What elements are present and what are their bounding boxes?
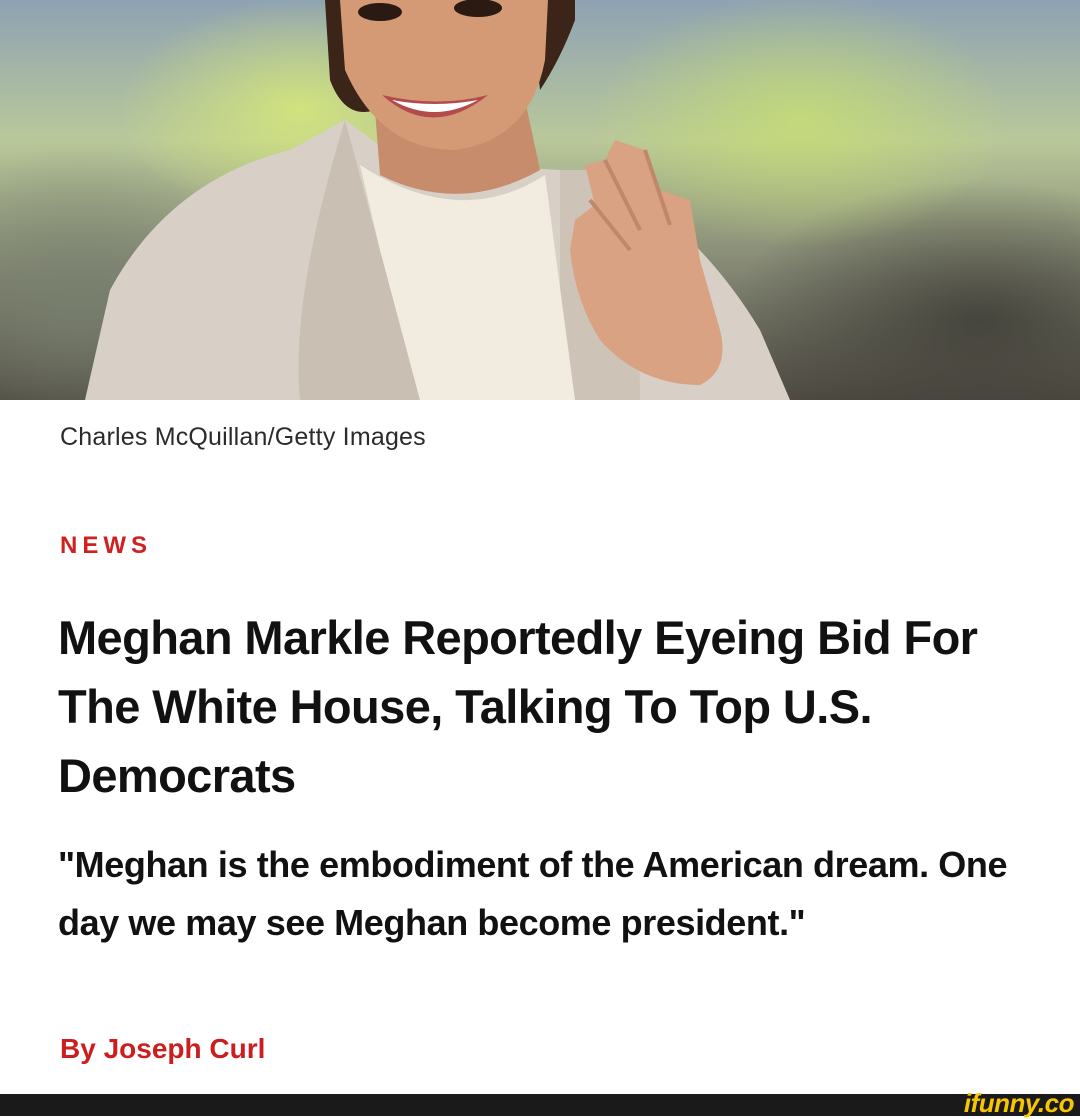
watermark-bar [0,1094,1080,1116]
hero-illustration [85,0,790,400]
author-byline[interactable]: By Joseph Curl [60,1033,265,1065]
section-label[interactable]: NEWS [60,532,152,560]
ifunny-watermark: ifunny.co [963,1088,1075,1118]
hero-photo [0,0,1080,400]
photo-credit: Charles McQuillan/Getty Images [60,423,426,451]
article-headline[interactable]: Meghan Markle Reportedly Eyeing Bid For … [58,603,1038,810]
article-subheadline: "Meghan is the embodiment of the America… [58,844,1008,943]
